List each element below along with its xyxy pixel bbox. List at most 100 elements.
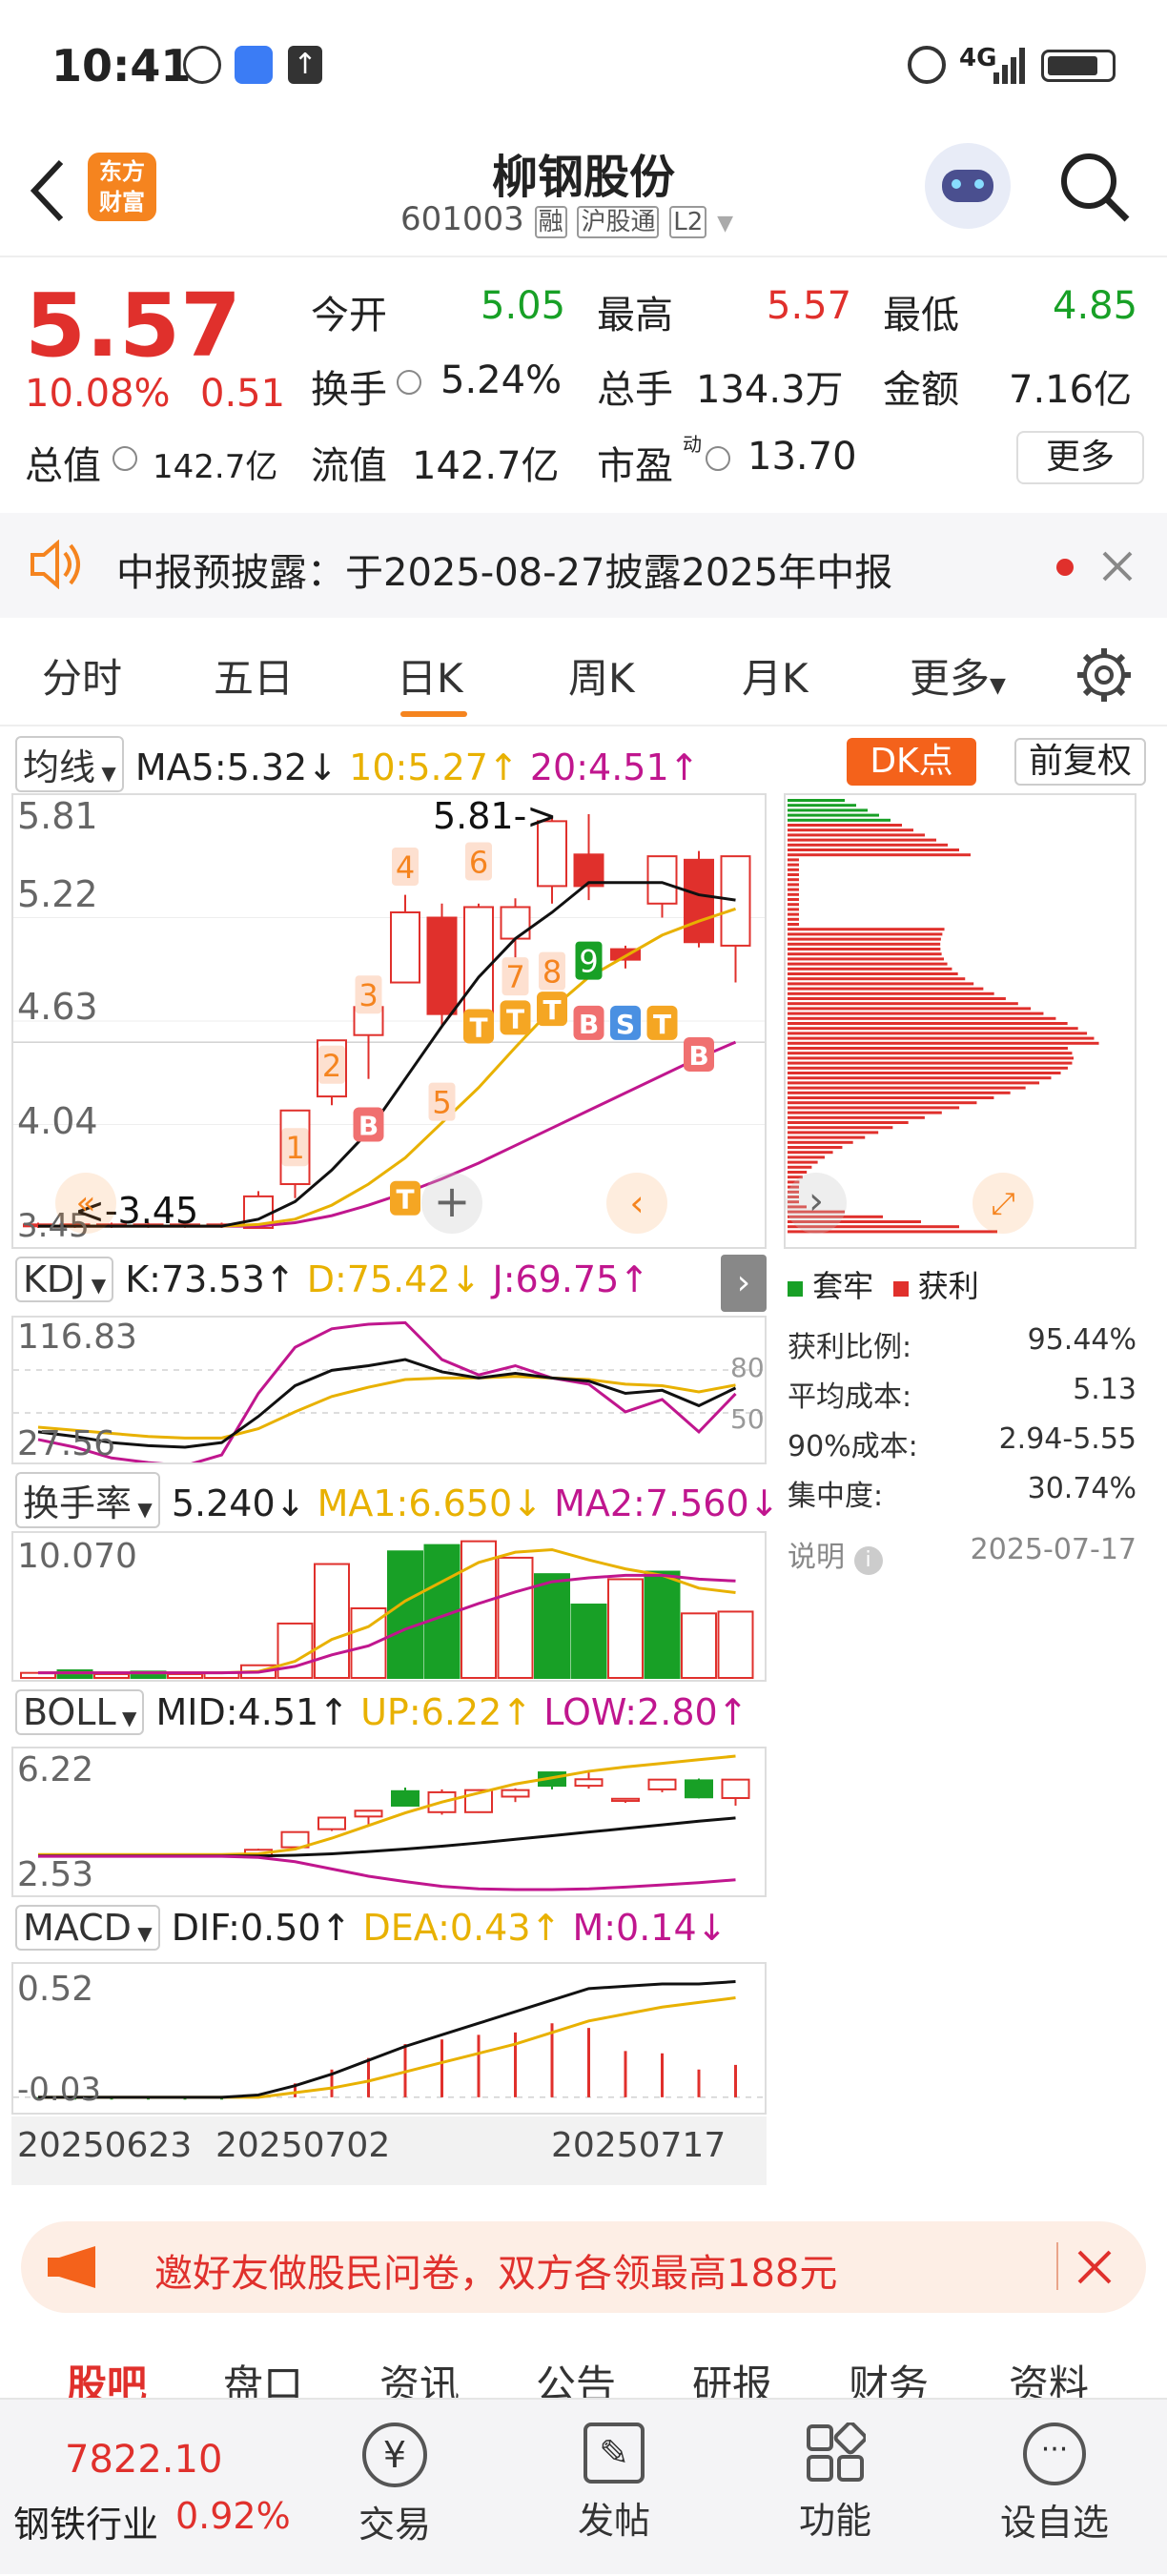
info-icon[interactable]	[706, 446, 730, 471]
chip-bar	[788, 972, 958, 975]
adjust-button[interactable]: 前复权	[1014, 738, 1146, 786]
fullscreen-icon[interactable]: ⤢	[972, 1173, 1034, 1234]
boll-chart	[38, 1754, 750, 1891]
add-watchlist-button[interactable]: ··· 设自选	[978, 2400, 1131, 2545]
dropdown-icon[interactable]: ▼	[717, 212, 733, 235]
info-icon[interactable]	[113, 446, 137, 471]
trapped-swatch	[788, 1281, 803, 1297]
robot-assistant-icon[interactable]	[925, 143, 1011, 229]
clock: 10:41	[51, 40, 192, 92]
scroll-left-fast-button[interactable]: «	[55, 1173, 116, 1234]
chip-bar	[788, 863, 799, 867]
tab-profile[interactable]: 资料	[1009, 2353, 1089, 2398]
close-icon[interactable]	[1074, 2246, 1116, 2288]
chip-bar	[788, 824, 902, 827]
d-line	[37, 1375, 736, 1440]
scroll-left-button[interactable]: ‹	[606, 1173, 667, 1234]
tab-weekly-k[interactable]: 周K	[568, 646, 635, 705]
tab-intraday[interactable]: 分时	[42, 646, 122, 705]
tab-five-day[interactable]: 五日	[214, 646, 294, 705]
kdj-axis-bottom: 27.56	[17, 1424, 116, 1463]
trapped-label: 套牢	[812, 1268, 874, 1304]
chip-bar	[788, 903, 799, 907]
bottom-toolbar: 7822.10 钢铁行业 0.92% ¥ 交易 ✎ 发帖 功能 ··· 设自选	[0, 2398, 1167, 2574]
t-signal-text: T	[506, 1003, 524, 1034]
chip-bar	[788, 1155, 825, 1159]
tab-monthly-k[interactable]: 月K	[742, 646, 809, 705]
j-value: J:69.75↑	[492, 1258, 650, 1300]
stock-code: 601003	[400, 200, 524, 238]
high-label: 最高	[597, 294, 673, 337]
amount-label: 金额	[883, 368, 959, 412]
sequence-number: 2	[322, 1048, 341, 1084]
indicator-selector-ma[interactable]: 均线 ▼	[15, 736, 124, 792]
chip-bar	[788, 808, 868, 812]
tab-daily-k[interactable]: 日K	[397, 646, 463, 705]
quote-panel: 5.57 10.08% 0.51 今开 5.05 最高 5.57 最低 4.85…	[0, 256, 1167, 505]
notice-bar[interactable]: 中报预披露：于2025-08-27披露2025年中报	[0, 513, 1167, 618]
chip-bar	[788, 967, 952, 971]
trade-button[interactable]: ¥ 交易	[318, 2400, 471, 2547]
candle-body	[684, 858, 714, 944]
indicator-selector-turnover[interactable]: 换手率 ▼	[15, 1472, 160, 1528]
promo-banner[interactable]: 邀好友做股民问卷，双方各领最高188元	[21, 2221, 1146, 2313]
tab-announcements[interactable]: 公告	[536, 2353, 616, 2398]
alarm-icon	[908, 46, 946, 84]
boll-mid-line	[38, 1816, 736, 1858]
macd-m: M:0.14↓	[572, 1907, 727, 1949]
turnover-legend: 换手率 ▼ 5.240↓ MA1:6.650↓ MA2:7.560↓	[15, 1472, 779, 1528]
indicator-selector-boll[interactable]: BOLL ▼	[15, 1689, 145, 1735]
chip-bar	[788, 1027, 1078, 1031]
turnover-bar	[717, 1610, 754, 1679]
tab-more[interactable]: 更多▼	[910, 646, 1006, 705]
search-icon[interactable]	[1056, 149, 1133, 225]
indicator-selector-macd[interactable]: MACD ▼	[15, 1905, 160, 1951]
settings-gear-icon[interactable]	[1075, 646, 1133, 704]
chip-bar	[788, 952, 942, 956]
chip-bar	[788, 858, 799, 862]
tab-news[interactable]: 资讯	[379, 2353, 460, 2398]
concentration-value: 30.74%	[1027, 1472, 1136, 1505]
float-label: 流值	[311, 444, 387, 488]
date-label-2: 20250702	[215, 2126, 391, 2165]
date-label-1: 20250623	[17, 2126, 193, 2165]
kline-panel[interactable]: 123456789TTTTTBBBS 5.81 5.22 4.63 4.04 3…	[11, 793, 767, 1249]
industry-index[interactable]: 7822.10 钢铁行业 0.92%	[0, 2400, 291, 2576]
chip-bar	[788, 992, 994, 995]
date-axis: 20250623 20250702 20250717	[11, 2116, 767, 2185]
chip-date: 2025-07-17	[970, 1533, 1136, 1566]
tab-orderbook[interactable]: 盘口	[223, 2353, 303, 2398]
boll-legend: BOLL ▼ MID:4.51↑ UP:6.22↑ LOW:2.80↑	[15, 1689, 748, 1735]
close-icon[interactable]	[1098, 547, 1136, 585]
chip-note-button[interactable]: 说明 i	[788, 1533, 883, 1575]
chip-expand-button[interactable]: ›	[786, 1173, 847, 1234]
functions-label: 功能	[798, 2500, 871, 2542]
tab-forum[interactable]: 股吧	[67, 2353, 147, 2398]
boll-candle	[685, 1779, 713, 1799]
tab-financials[interactable]: 财务	[849, 2353, 929, 2398]
chip-bar	[788, 1012, 1044, 1015]
ma5-value: MA5:5.32↓	[134, 746, 338, 788]
ma-selector-label: 均线	[23, 746, 96, 788]
boll-candle	[647, 1778, 677, 1790]
info-icon[interactable]	[397, 370, 421, 395]
chip-bar	[788, 1041, 1099, 1045]
indicator-selector-kdj[interactable]: KDJ ▼	[15, 1257, 114, 1302]
functions-button[interactable]: 功能	[759, 2400, 911, 2544]
banner-text: 邀好友做股民问卷，双方各领最高188元	[154, 2252, 838, 2296]
chip-chart	[788, 799, 1099, 1234]
turnover-bar	[607, 1578, 644, 1680]
post-button[interactable]: ✎ 发帖	[538, 2400, 690, 2544]
more-button[interactable]: 更多	[1016, 431, 1144, 484]
chip-bar	[788, 868, 799, 871]
chip-bar	[788, 853, 971, 857]
sequence-number: 8	[543, 954, 562, 991]
grid-icon	[805, 2421, 868, 2484]
indicator-expand-button[interactable]: ›	[721, 1255, 767, 1312]
zoom-in-button[interactable]: +	[421, 1173, 482, 1234]
dk-point-button[interactable]: DK点	[847, 738, 976, 786]
chip-bar	[788, 838, 936, 842]
connect-tag: 沪股通	[577, 206, 660, 238]
turnover-ma2: MA2:7.560↓	[554, 1482, 780, 1524]
tab-research[interactable]: 研报	[692, 2353, 772, 2398]
